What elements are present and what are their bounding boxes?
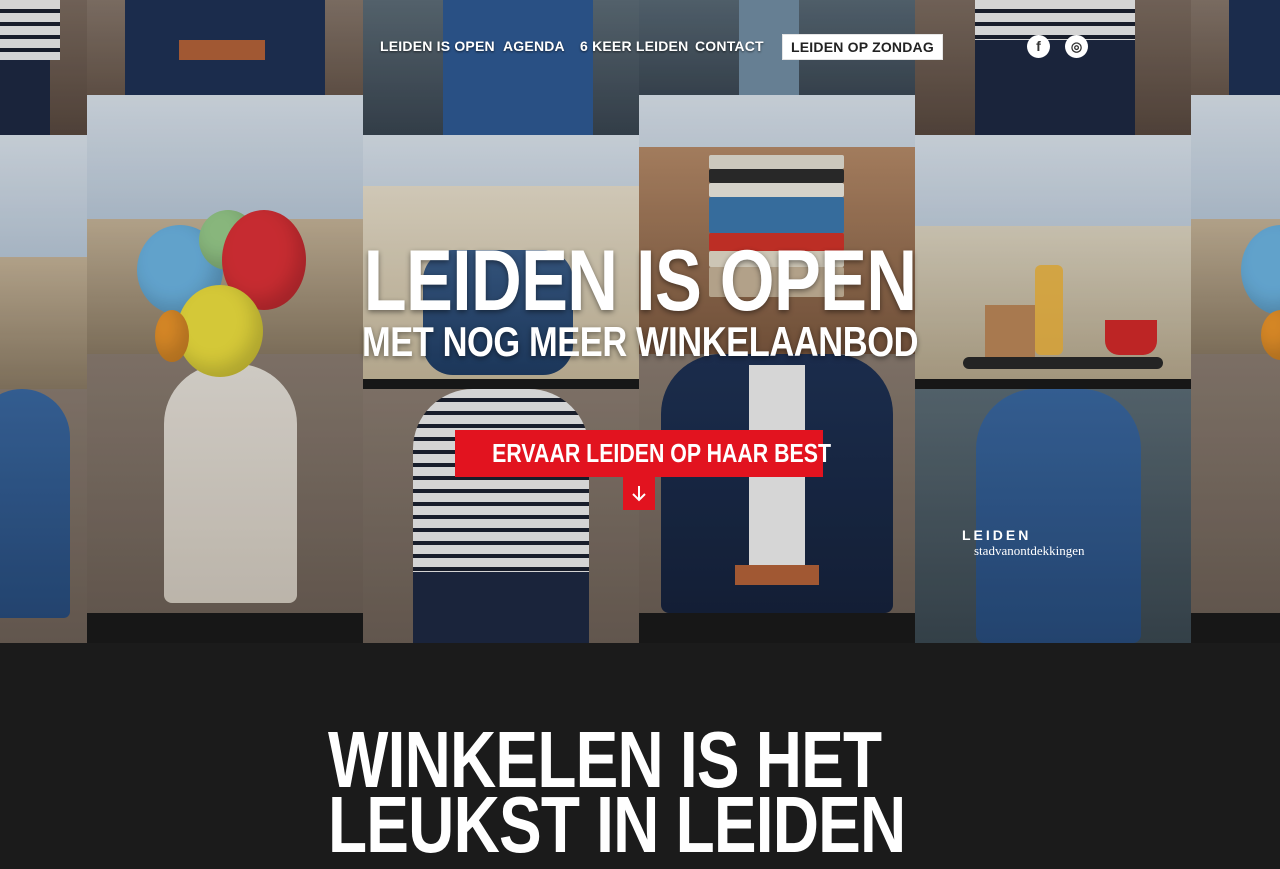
scroll-down-button[interactable]: [623, 477, 655, 510]
section-heading-line2: LEUKST IN LEIDEN: [328, 780, 906, 869]
nav-item-leiden-op-zondag[interactable]: LEIDEN OP ZONDAG: [782, 34, 943, 60]
logo-wordmark: LEIDEN: [962, 527, 1032, 543]
intro-section: WINKELEN IS HET LEUKST IN LEIDEN: [0, 643, 1280, 869]
main-nav: LEIDEN IS OPEN AGENDA 6 KEER LEIDEN CONT…: [0, 34, 1280, 60]
arrow-down-icon: [632, 486, 646, 502]
nav-item-contact[interactable]: CONTACT: [695, 34, 764, 58]
leiden-logo: LEIDEN stadvanontdekkingen: [962, 527, 1084, 559]
cta-label: ERVAAR LEIDEN OP HAAR BEST: [492, 438, 831, 468]
hero-subtitle: MET NOG MEER WINKELAANBOD: [361, 318, 919, 365]
cta-button[interactable]: ERVAAR LEIDEN OP HAAR BEST: [455, 430, 831, 477]
logo-tagline: stadvanontdekkingen: [974, 543, 1085, 558]
facebook-icon[interactable]: f: [1027, 35, 1050, 58]
nav-item-6-keer-leiden[interactable]: 6 KEER LEIDEN: [580, 34, 688, 58]
instagram-icon[interactable]: ◎: [1065, 35, 1088, 58]
nav-item-leiden-is-open[interactable]: LEIDEN IS OPEN: [380, 34, 495, 58]
nav-item-agenda[interactable]: AGENDA: [503, 34, 565, 58]
